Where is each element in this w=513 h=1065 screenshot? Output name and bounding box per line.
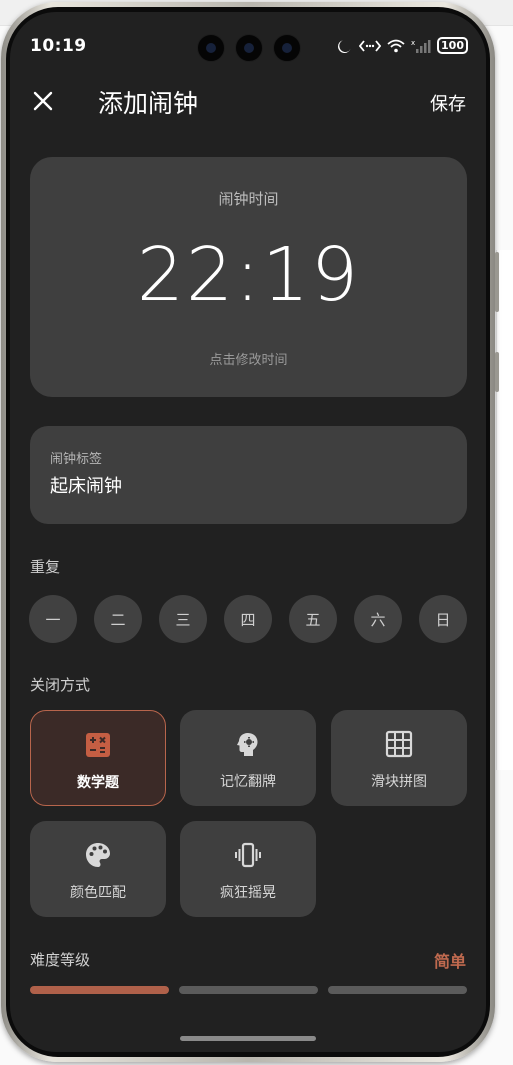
method-color-label: 颜色匹配 [70, 885, 126, 901]
close-button[interactable] [30, 88, 56, 114]
phone-frame: 10:19 x 100 添加闹钟 保存 闹钟时间 22:19 点击修改时间 闹钟… [1, 2, 499, 1062]
day-toggle-mon[interactable]: 一 [29, 595, 77, 643]
data-arrows-icon [359, 39, 382, 53]
wifi-icon [387, 39, 405, 53]
difficulty-value: 简单 [433, 952, 466, 971]
svg-text:x: x [411, 39, 415, 47]
backdrop-side-panel [496, 250, 513, 770]
difficulty-level-2[interactable] [179, 986, 318, 994]
vibrate-icon [235, 842, 261, 868]
day-toggle-sat[interactable]: 六 [354, 595, 402, 643]
difficulty-level-3[interactable] [328, 986, 467, 994]
status-icons: x 100 [337, 37, 468, 54]
moon-icon [337, 38, 353, 54]
brain-icon [237, 733, 258, 756]
save-button[interactable]: 保存 [430, 90, 466, 116]
method-math[interactable]: 数学题 [30, 710, 166, 806]
method-puzzle[interactable]: 滑块拼图 [331, 710, 467, 806]
palette-icon [86, 843, 110, 867]
repeat-section-title: 重复 [30, 558, 61, 576]
day-toggle-fri[interactable]: 五 [289, 595, 337, 643]
home-indicator[interactable] [180, 1036, 316, 1041]
day-toggle-thu[interactable]: 四 [224, 595, 272, 643]
camera-lens-icon [235, 34, 263, 62]
method-puzzle-label: 滑块拼图 [371, 774, 427, 790]
alarm-label-caption: 闹钟标签 [50, 452, 103, 467]
method-color[interactable]: 颜色匹配 [30, 821, 166, 917]
method-memory[interactable]: 记忆翻牌 [180, 710, 316, 806]
day-toggle-wed[interactable]: 三 [159, 595, 207, 643]
status-time: 10:19 [30, 36, 87, 56]
method-math-label: 数学题 [77, 775, 119, 791]
day-toggle-tue[interactable]: 二 [94, 595, 142, 643]
alarm-time-hint: 点击修改时间 [209, 353, 288, 368]
page-title: 添加闹钟 [98, 89, 199, 118]
dismiss-section-title: 关闭方式 [30, 676, 91, 694]
method-shake[interactable]: 疯狂摇晃 [180, 821, 316, 917]
difficulty-section-title: 难度等级 [30, 951, 91, 969]
power-button [495, 352, 499, 392]
day-toggle-sun[interactable]: 日 [419, 595, 467, 643]
calculator-icon [86, 733, 110, 757]
method-memory-label: 记忆翻牌 [220, 774, 276, 790]
camera-lens-icon [273, 34, 301, 62]
close-icon [33, 91, 53, 111]
method-shake-label: 疯狂摇晃 [220, 885, 276, 901]
phone-screen: 10:19 x 100 添加闹钟 保存 闹钟时间 22:19 点击修改时间 闹钟… [10, 12, 486, 1052]
volume-button [495, 252, 499, 312]
grid-icon [385, 730, 413, 758]
alarm-label-field[interactable]: 闹钟标签 起床闹钟 [30, 426, 467, 524]
alarm-label-value: 起床闹钟 [50, 476, 122, 497]
repeat-days: 一 二 三 四 五 六 日 [29, 595, 469, 643]
difficulty-level-1[interactable] [30, 986, 169, 994]
cell-signal-icon: x [411, 39, 431, 53]
alarm-time-card[interactable]: 闹钟时间 22:19 点击修改时间 [30, 157, 467, 397]
alarm-time-value: 22:19 [136, 232, 361, 318]
alarm-time-label: 闹钟时间 [218, 190, 279, 208]
battery-icon: 100 [437, 37, 468, 54]
camera-lens-icon [197, 34, 225, 62]
